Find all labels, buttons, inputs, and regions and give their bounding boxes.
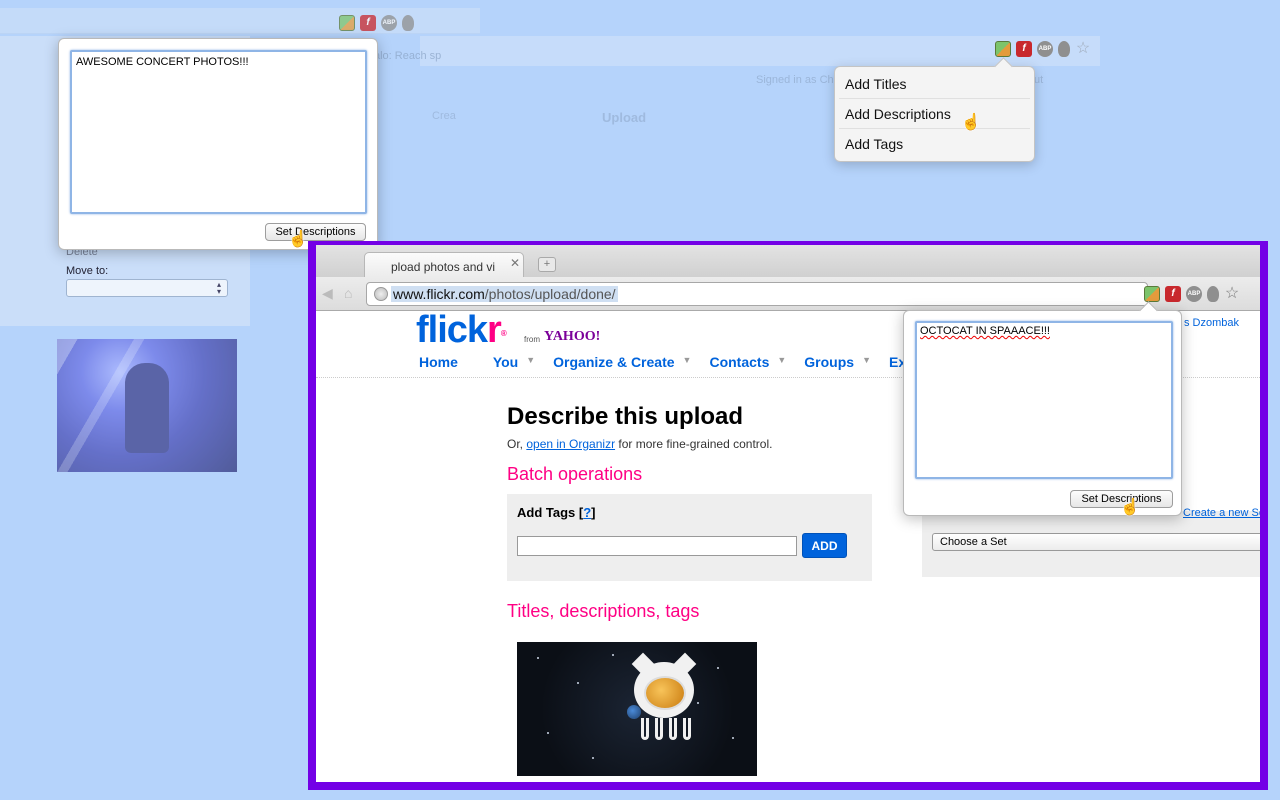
flickr-extension-icon[interactable] [995, 41, 1011, 57]
description-textarea-left[interactable] [70, 50, 367, 214]
dropdown-caret-icon[interactable]: ▼ [862, 355, 871, 371]
logo-from: from [524, 335, 540, 344]
bulb-icon[interactable] [402, 15, 414, 31]
octocat-photo[interactable] [517, 642, 757, 776]
tab-title: pload photos and vi [391, 260, 496, 274]
background-signout: ut [1034, 74, 1044, 86]
extension-icons-right: f ABP ☆ [995, 41, 1091, 57]
home-icon[interactable]: ⌂ [344, 285, 352, 301]
dropdown-caret-icon[interactable]: ▼ [683, 355, 692, 371]
adblock-icon[interactable]: ABP [1037, 41, 1053, 57]
dropdown-caret-icon[interactable]: ▼ [777, 355, 786, 371]
titles-heading: Titles, descriptions, tags [507, 601, 700, 621]
new-tab-button[interactable]: + [538, 257, 556, 272]
batch-operations-heading: Batch operations [507, 464, 643, 484]
bulb-icon[interactable] [1207, 286, 1219, 302]
organizr-note: Or, open in Organizr for more fine-grain… [507, 437, 773, 451]
tab-flickr-upload[interactable]: pload photos and vi [364, 252, 524, 277]
background-link-upload: Upload [602, 110, 647, 125]
bookmark-star-icon[interactable]: ☆ [1224, 286, 1240, 302]
organizr-link[interactable]: open in Organizr [526, 437, 615, 451]
description-popup-left: Set Descriptions ☝ [58, 38, 378, 250]
create-set-link[interactable]: Create a new Se [1183, 507, 1260, 519]
menu-item-add-descriptions[interactable]: Add Descriptions ☝ [839, 99, 1030, 131]
bookmark-star-icon[interactable]: ☆ [1075, 41, 1091, 57]
concert-photo-thumbnail [57, 339, 237, 472]
globe-icon [374, 287, 388, 301]
extension-menu: Add Titles Add Descriptions ☝ Add Tags [834, 66, 1035, 162]
menu-item-add-titles[interactable]: Add Titles [839, 69, 1030, 99]
nav-contacts[interactable]: Contacts [709, 354, 769, 370]
nav-you[interactable]: You [493, 354, 518, 370]
choose-set-select[interactable]: Choose a Set [932, 533, 1260, 551]
add-tags-label: Add Tags [?] [517, 505, 596, 520]
flash-icon[interactable]: f [1165, 286, 1181, 302]
tab-close-icon[interactable]: ✕ [510, 256, 520, 270]
flickr-logo[interactable]: flickr® [416, 310, 507, 350]
move-to-select[interactable] [66, 279, 228, 297]
yahoo-logo: YAHOO! [544, 329, 601, 344]
batch-panel: Add Tags [?] ADD [507, 494, 872, 581]
dropdown-caret-icon[interactable]: ▼ [526, 355, 535, 371]
adblock-icon[interactable]: ABP [381, 15, 397, 31]
move-to-label: Move to: [66, 265, 109, 277]
page-title: Describe this upload [507, 403, 744, 430]
extension-icons-main: f ABP ☆ [1144, 286, 1240, 302]
flash-icon[interactable]: f [1016, 41, 1032, 57]
extension-icons-left: f ABP [339, 15, 414, 31]
menu-item-add-tags[interactable]: Add Tags [839, 129, 1030, 159]
add-tags-button[interactable]: ADD [802, 533, 847, 558]
flickr-nav: Home▼ You▼ Organize & Create▼ Contacts▼ … [419, 354, 937, 370]
flash-icon[interactable]: f [360, 15, 376, 31]
tab-strip: pload photos and vi ✕ + [316, 245, 1260, 277]
browser-toolbar: ◀ ⌂ www.flickr.com/photos/upload/done/ f… [316, 277, 1260, 311]
help-link[interactable]: ? [583, 505, 591, 520]
background-link-create: Crea [432, 110, 456, 122]
menu-item-label: Add Descriptions [845, 106, 951, 122]
nav-home[interactable]: Home [419, 354, 458, 370]
nav-groups[interactable]: Groups [804, 354, 854, 370]
nav-organize-create[interactable]: Organize & Create [553, 354, 674, 370]
address-bar[interactable]: www.flickr.com/photos/upload/done/ [366, 282, 1148, 306]
background-signed-in: Signed in as Chr [756, 74, 838, 86]
background-header-text: alo: Reach sp [374, 50, 442, 62]
tags-input[interactable] [517, 536, 797, 556]
bulb-icon[interactable] [1058, 41, 1070, 57]
adblock-icon[interactable]: ABP [1186, 286, 1202, 302]
flickr-extension-icon[interactable] [1144, 286, 1160, 302]
set-descriptions-button-main[interactable]: Set Descriptions [1070, 490, 1173, 508]
back-icon[interactable]: ◀ [322, 285, 333, 302]
description-popup-main: OCTOCAT IN SPAAACE!!! Set Descriptions ☝ [903, 310, 1182, 516]
user-name-link[interactable]: s Dzombak [1184, 317, 1239, 329]
set-descriptions-button-left[interactable]: Set Descriptions [265, 223, 366, 241]
flickr-extension-icon[interactable] [339, 15, 355, 31]
description-textarea-main[interactable] [915, 321, 1173, 479]
url-text: www.flickr.com/photos/upload/done/ [391, 286, 618, 302]
